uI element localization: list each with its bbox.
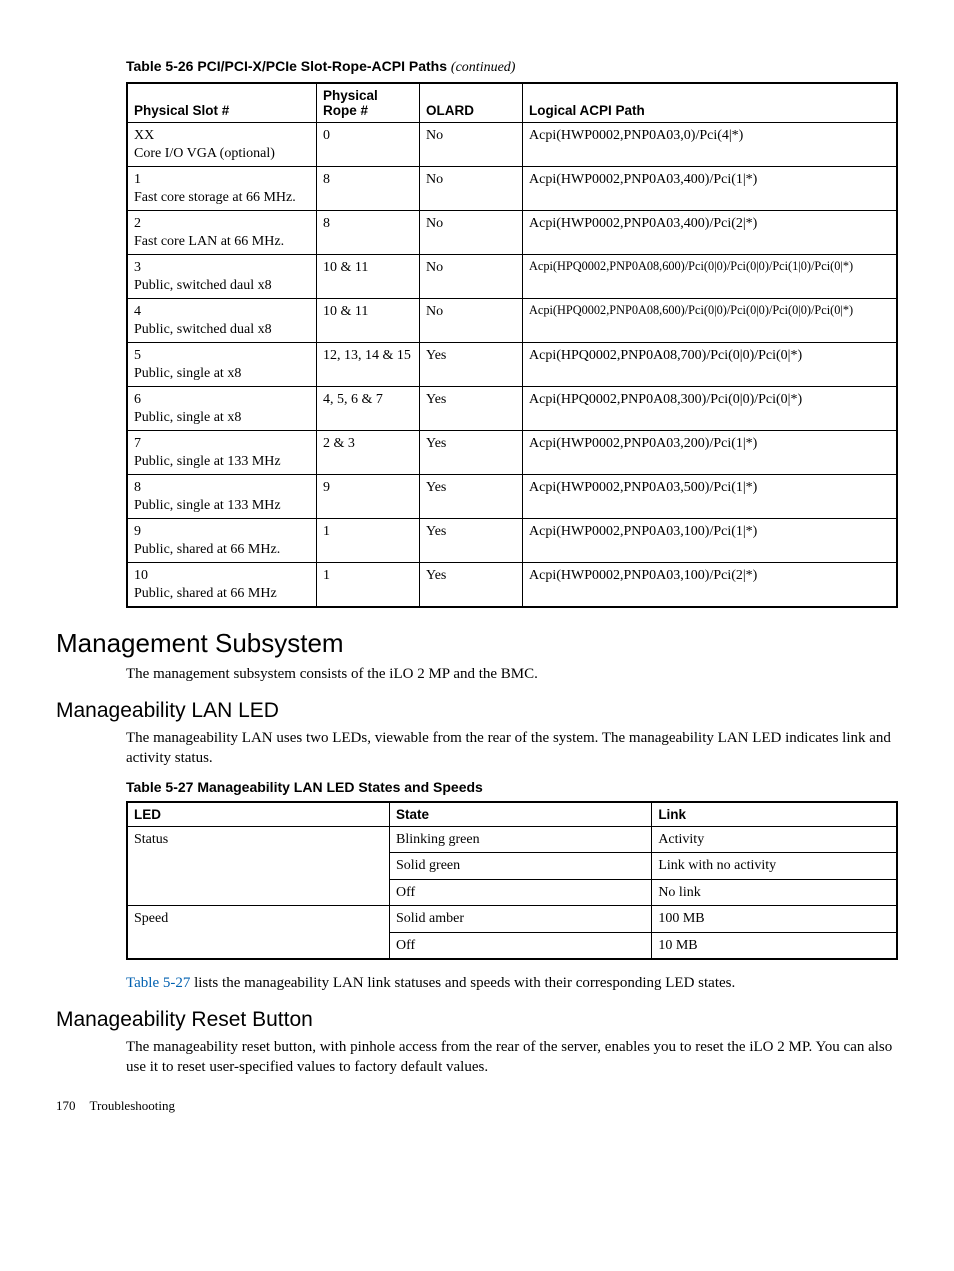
cell-led: Status [127,826,389,906]
cell-state: Solid amber [389,906,651,933]
table-header-row: Physical Slot # Physical Rope # OLARD Lo… [127,83,897,123]
col-logical-acpi-path: Logical ACPI Path [523,83,898,123]
cell-physical-rope: 8 [317,167,420,211]
table-27-caption: Table 5-27 Manageability LAN LED States … [126,779,898,795]
cell-physical-rope: 9 [317,475,420,519]
cell-olard: No [420,299,523,343]
table-26-caption: Table 5-26 PCI/PCI-X/PCIe Slot-Rope-ACPI… [126,58,898,76]
cell-physical-slot: 6Public, single at x8 [127,387,317,431]
table-row: 1Fast core storage at 66 MHz.8NoAcpi(HWP… [127,167,897,211]
cell-physical-rope: 12, 13, 14 & 15 [317,343,420,387]
cell-link: Activity [652,826,897,853]
table-header-row: LED State Link [127,802,897,827]
col-olard: OLARD [420,83,523,123]
cell-acpi-path: Acpi(HWP0002,PNP0A03,100)/Pci(2|*) [523,563,898,608]
cell-link: Link with no activity [652,853,897,880]
cell-physical-rope: 10 & 11 [317,255,420,299]
cell-physical-slot: 4Public, switched dual x8 [127,299,317,343]
cell-physical-rope: 1 [317,519,420,563]
cell-acpi-path: Acpi(HWP0002,PNP0A03,100)/Pci(1|*) [523,519,898,563]
cell-state: Off [389,932,651,959]
cell-acpi-path: Acpi(HPQ0002,PNP0A08,300)/Pci(0|0)/Pci(0… [523,387,898,431]
cell-acpi-path: Acpi(HWP0002,PNP0A03,500)/Pci(1|*) [523,475,898,519]
cell-state: Solid green [389,853,651,880]
table-row: StatusBlinking greenActivity [127,826,897,853]
cell-physical-slot: 3Public, switched daul x8 [127,255,317,299]
cell-physical-rope: 1 [317,563,420,608]
cell-acpi-path: Acpi(HWP0002,PNP0A03,400)/Pci(2|*) [523,211,898,255]
cell-acpi-path: Acpi(HWP0002,PNP0A03,400)/Pci(1|*) [523,167,898,211]
table-row: 6Public, single at x84, 5, 6 & 7YesAcpi(… [127,387,897,431]
cell-olard: Yes [420,343,523,387]
cell-physical-slot: 7Public, single at 133 MHz [127,431,317,475]
table-row: 3Public, switched daul x810 & 11NoAcpi(H… [127,255,897,299]
cell-physical-slot: 9Public, shared at 66 MHz. [127,519,317,563]
cell-physical-rope: 4, 5, 6 & 7 [317,387,420,431]
lanled-ref-text: lists the manageability LAN link statuse… [190,975,735,991]
col-state: State [389,802,651,827]
cell-acpi-path: Acpi(HPQ0002,PNP0A08,600)/Pci(0|0)/Pci(0… [523,255,898,299]
page-number: 170 [56,1098,76,1113]
table-27: LED State Link StatusBlinking greenActiv… [126,801,898,961]
cell-link: No link [652,879,897,906]
cell-physical-rope: 10 & 11 [317,299,420,343]
cell-acpi-path: Acpi(HWP0002,PNP0A03,0)/Pci(4|*) [523,123,898,167]
cell-acpi-path: Acpi(HPQ0002,PNP0A08,600)/Pci(0|0)/Pci(0… [523,299,898,343]
mgmt-intro-paragraph: The management subsystem consists of the… [126,665,898,685]
cell-physical-slot: 1Fast core storage at 66 MHz. [127,167,317,211]
cell-olard: Yes [420,475,523,519]
lanled-intro-paragraph: The manageability LAN uses two LEDs, vie… [126,729,898,769]
cell-physical-slot: 5Public, single at x8 [127,343,317,387]
page-footer: 170 Troubleshooting [56,1098,898,1114]
cell-led: Speed [127,906,389,960]
table-27-reference-link[interactable]: Table 5-27 [126,975,190,991]
cell-link: 100 MB [652,906,897,933]
table-row: 7Public, single at 133 MHz2 & 3YesAcpi(H… [127,431,897,475]
cell-olard: Yes [420,431,523,475]
cell-olard: No [420,255,523,299]
reset-body-paragraph: The manageability reset button, with pin… [126,1038,898,1078]
heading-manageability-reset-button: Manageability Reset Button [56,1008,898,1032]
cell-physical-slot: 10Public, shared at 66 MHz [127,563,317,608]
table-row: 10Public, shared at 66 MHz1YesAcpi(HWP00… [127,563,897,608]
cell-physical-rope: 0 [317,123,420,167]
table-row: 8Public, single at 133 MHz9YesAcpi(HWP00… [127,475,897,519]
lanled-ref-paragraph: Table 5-27 lists the manageability LAN l… [126,974,898,994]
cell-olard: No [420,211,523,255]
table-row: SpeedSolid amber100 MB [127,906,897,933]
table-row: 5Public, single at x812, 13, 14 & 15YesA… [127,343,897,387]
cell-state: Off [389,879,651,906]
heading-management-subsystem: Management Subsystem [56,628,898,659]
cell-physical-slot: XXCore I/O VGA (optional) [127,123,317,167]
cell-olard: No [420,167,523,211]
table-26-caption-suffix: (continued) [451,60,516,75]
table-row: 4Public, switched dual x810 & 11NoAcpi(H… [127,299,897,343]
cell-acpi-path: Acpi(HPQ0002,PNP0A08,700)/Pci(0|0)/Pci(0… [523,343,898,387]
cell-olard: Yes [420,563,523,608]
heading-manageability-lan-led: Manageability LAN LED [56,699,898,723]
cell-olard: No [420,123,523,167]
cell-physical-slot: 2Fast core LAN at 66 MHz. [127,211,317,255]
col-link: Link [652,802,897,827]
footer-section: Troubleshooting [90,1098,175,1113]
table-row: XXCore I/O VGA (optional)0NoAcpi(HWP0002… [127,123,897,167]
col-physical-slot: Physical Slot # [127,83,317,123]
col-led: LED [127,802,389,827]
cell-physical-rope: 2 & 3 [317,431,420,475]
table-26-caption-prefix: Table 5-26 PCI/PCI-X/PCIe Slot-Rope-ACPI… [126,58,447,74]
table-26: Physical Slot # Physical Rope # OLARD Lo… [126,82,898,608]
col-physical-rope: Physical Rope # [317,83,420,123]
cell-link: 10 MB [652,932,897,959]
cell-state: Blinking green [389,826,651,853]
cell-acpi-path: Acpi(HWP0002,PNP0A03,200)/Pci(1|*) [523,431,898,475]
cell-olard: Yes [420,519,523,563]
cell-physical-slot: 8Public, single at 133 MHz [127,475,317,519]
table-row: 9Public, shared at 66 MHz.1YesAcpi(HWP00… [127,519,897,563]
cell-olard: Yes [420,387,523,431]
table-row: 2Fast core LAN at 66 MHz.8NoAcpi(HWP0002… [127,211,897,255]
cell-physical-rope: 8 [317,211,420,255]
